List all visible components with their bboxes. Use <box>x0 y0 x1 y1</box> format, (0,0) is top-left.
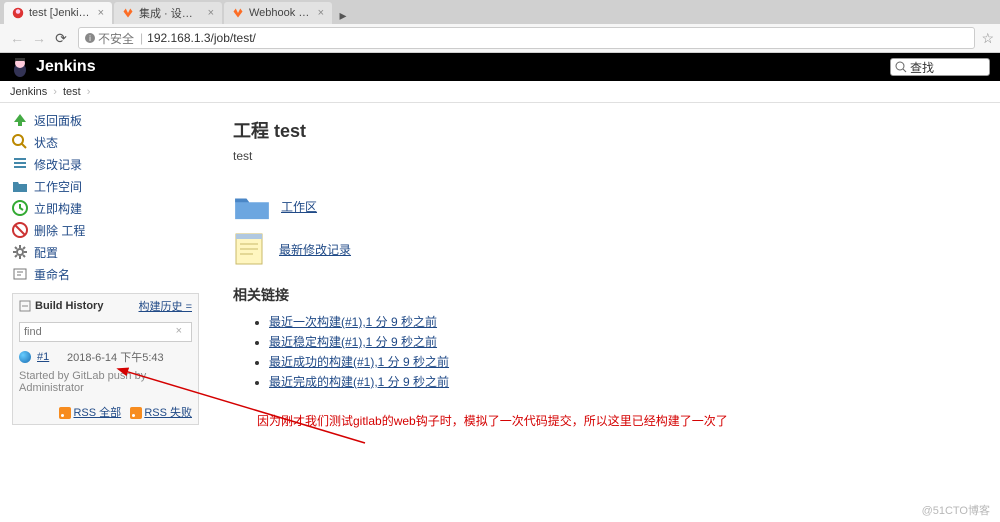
arrow-up-icon <box>12 112 28 128</box>
page-title: 工程 test <box>233 117 980 143</box>
sidebar-item-build-now[interactable]: 立即构建 <box>6 197 205 219</box>
related-heading: 相关链接 <box>233 285 980 305</box>
reload-button[interactable]: ⟳ <box>50 27 72 49</box>
tab-strip: test [Jenkins] × 集成 · 设置 · Administr… × … <box>0 0 1000 24</box>
build-datetime: 2018-6-14 下午5:43 <box>67 349 164 365</box>
main-layout: 返回面板 状态 修改记录 工作空间 立即构建 删除 工程 配置 重命名 <box>0 103 1000 429</box>
build-status-ball <box>19 351 31 363</box>
gear-icon <box>12 244 28 260</box>
build-row[interactable]: #1 2018-6-14 下午5:43 <box>13 346 198 368</box>
list-icon <box>12 156 28 172</box>
address-bar[interactable]: i 不安全 | 192.168.1.3/job/test/ <box>78 27 975 49</box>
edit-icon <box>12 266 28 282</box>
sidebar-item-workspace[interactable]: 工作空间 <box>6 175 205 197</box>
close-icon[interactable]: × <box>208 7 214 19</box>
tab-label: test [Jenkins] <box>29 7 92 19</box>
main-panel: 工程 test test 工作区 最新修改记录 相关链接 最近一次构建(#1),… <box>205 103 1000 429</box>
close-icon[interactable]: × <box>318 7 324 19</box>
rss-fail-link[interactable]: RSS 失败 <box>144 407 192 419</box>
project-description: test <box>233 149 980 163</box>
jenkins-header: Jenkins 查找 <box>0 53 1000 81</box>
workspace-link[interactable]: 工作区 <box>281 198 317 215</box>
browser-chrome: test [Jenkins] × 集成 · 设置 · Administr… × … <box>0 0 1000 53</box>
crumb-sep: › <box>53 86 57 98</box>
crumb-jenkins[interactable]: Jenkins <box>10 86 47 98</box>
watermark: @51CTO博客 <box>922 502 990 518</box>
sidebar-item-back[interactable]: 返回面板 <box>6 109 205 131</box>
url-text: 192.168.1.3/job/test/ <box>147 31 256 45</box>
browser-tab-2[interactable]: Webhook does not wo… × <box>224 2 332 24</box>
workspace-block: 工作区 <box>233 191 980 221</box>
sidebar-item-rename[interactable]: 重命名 <box>6 263 205 285</box>
related-link[interactable]: 最近完成的构建(#1),1 分 9 秒之前 <box>269 375 449 389</box>
sidebar-item-configure[interactable]: 配置 <box>6 241 205 263</box>
browser-tab-1[interactable]: 集成 · 设置 · Administr… × <box>114 2 222 24</box>
forward-button[interactable]: → <box>28 27 50 49</box>
related-link[interactable]: 最近稳定构建(#1),1 分 9 秒之前 <box>269 335 437 349</box>
build-number[interactable]: #1 <box>37 351 57 363</box>
logo-text: Jenkins <box>36 58 96 76</box>
back-button[interactable]: ← <box>6 27 28 49</box>
related-link[interactable]: 最近成功的构建(#1),1 分 9 秒之前 <box>269 355 449 369</box>
browser-tab-0[interactable]: test [Jenkins] × <box>4 2 112 24</box>
close-icon[interactable]: × <box>98 7 104 19</box>
breadcrumb: Jenkins › test › <box>0 81 1000 103</box>
changes-link[interactable]: 最新修改记录 <box>279 241 351 258</box>
changes-block: 最新修改记录 <box>233 231 980 267</box>
build-history-trend-link[interactable]: 构建历史 = <box>139 298 192 314</box>
folder-icon <box>12 178 28 194</box>
rss-icon <box>59 407 71 419</box>
insecure-badge: i 不安全 <box>85 30 134 47</box>
annotation-text: 因为刚才我们测试gitlab的web钩子时，模拟了一次代码提交，所以这里已经构建… <box>257 412 980 429</box>
search-icon <box>12 134 28 150</box>
crumb-sep: › <box>87 86 91 98</box>
build-desc: Started by GitLab push by Administrator <box>13 368 198 400</box>
sidebar: 返回面板 状态 修改记录 工作空间 立即构建 删除 工程 配置 重命名 <box>0 103 205 429</box>
jenkins-logo[interactable]: Jenkins <box>10 56 96 78</box>
sidebar-item-delete[interactable]: 删除 工程 <box>6 219 205 241</box>
build-history-box: Build History 构建历史 = × #1 2018-6-14 下午5:… <box>12 293 199 425</box>
gitlab-favicon <box>232 7 244 19</box>
jenkins-butler-icon <box>10 56 30 78</box>
clear-icon[interactable]: × <box>176 325 182 337</box>
no-entry-icon <box>12 222 28 238</box>
tab-label: 集成 · 设置 · Administr… <box>139 5 202 21</box>
collapse-icon[interactable] <box>19 300 31 312</box>
related-links-list: 最近一次构建(#1),1 分 9 秒之前 最近稳定构建(#1),1 分 9 秒之… <box>233 313 980 390</box>
build-history-find: × <box>19 322 192 342</box>
new-tab-button[interactable]: ▸ <box>334 7 352 24</box>
search-box[interactable]: 查找 <box>890 58 990 76</box>
search-icon <box>895 61 907 73</box>
tab-label: Webhook does not wo… <box>249 7 312 19</box>
svg-text:i: i <box>89 34 91 43</box>
build-history-find-input[interactable] <box>19 322 192 342</box>
sidebar-item-changes[interactable]: 修改记录 <box>6 153 205 175</box>
rss-links: RSS 全部 RSS 失败 <box>13 400 198 424</box>
address-bar-row: ← → ⟳ i 不安全 | 192.168.1.3/job/test/ ☆ <box>0 24 1000 52</box>
rss-all-link[interactable]: RSS 全部 <box>73 407 121 419</box>
gitlab-favicon <box>122 7 134 19</box>
related-link[interactable]: 最近一次构建(#1),1 分 9 秒之前 <box>269 315 437 329</box>
rss-icon <box>130 407 142 419</box>
sidebar-item-status[interactable]: 状态 <box>6 131 205 153</box>
crumb-test[interactable]: test <box>63 86 81 98</box>
search-placeholder: 查找 <box>910 59 934 76</box>
folder-icon <box>233 191 271 221</box>
clock-icon <box>12 200 28 216</box>
build-history-title: Build History <box>19 300 103 312</box>
jenkins-favicon <box>12 7 24 19</box>
notepad-icon <box>233 231 265 267</box>
bookmark-icon[interactable]: ☆ <box>981 30 994 47</box>
